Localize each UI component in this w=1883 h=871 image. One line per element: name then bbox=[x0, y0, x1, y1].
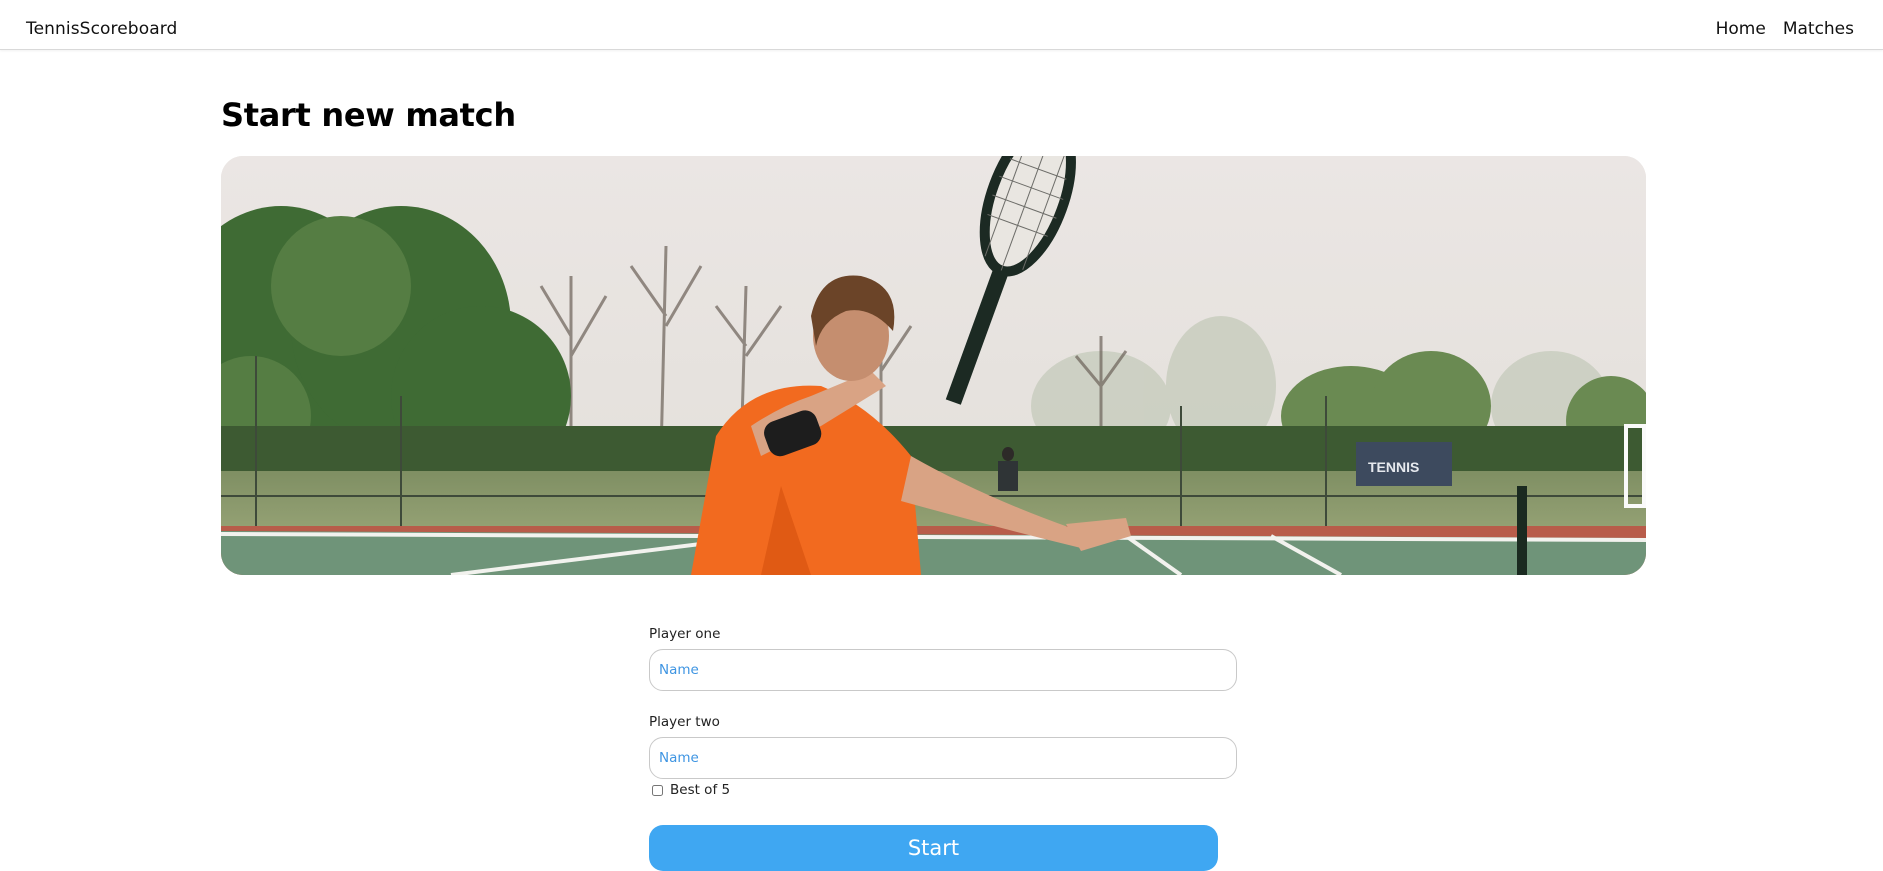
nav-matches-link[interactable]: Matches bbox=[1783, 19, 1854, 39]
player-one-input[interactable] bbox=[649, 649, 1237, 691]
top-navbar: TennisScoreboard Home Matches bbox=[0, 0, 1883, 50]
player-one-label: Player one bbox=[649, 626, 721, 642]
player-two-label: Player two bbox=[649, 714, 720, 730]
brand-link[interactable]: TennisScoreboard bbox=[26, 19, 177, 39]
new-match-form: Player one Player two Best of 5 Start bbox=[649, 626, 1237, 871]
hero-image: TENNIS bbox=[221, 156, 1646, 575]
best-of-5-label[interactable]: Best of 5 bbox=[670, 782, 730, 798]
main-nav: Home Matches bbox=[1716, 19, 1854, 39]
best-of-5-row: Best of 5 bbox=[649, 782, 1237, 798]
tennis-player-illustration: TENNIS bbox=[221, 156, 1646, 575]
page-title: Start new match bbox=[221, 96, 516, 134]
best-of-5-checkbox[interactable] bbox=[652, 784, 663, 796]
svg-text:TENNIS: TENNIS bbox=[1368, 459, 1419, 475]
nav-home-link[interactable]: Home bbox=[1716, 19, 1766, 39]
start-button[interactable]: Start bbox=[649, 825, 1218, 871]
player-two-input[interactable] bbox=[649, 737, 1237, 779]
